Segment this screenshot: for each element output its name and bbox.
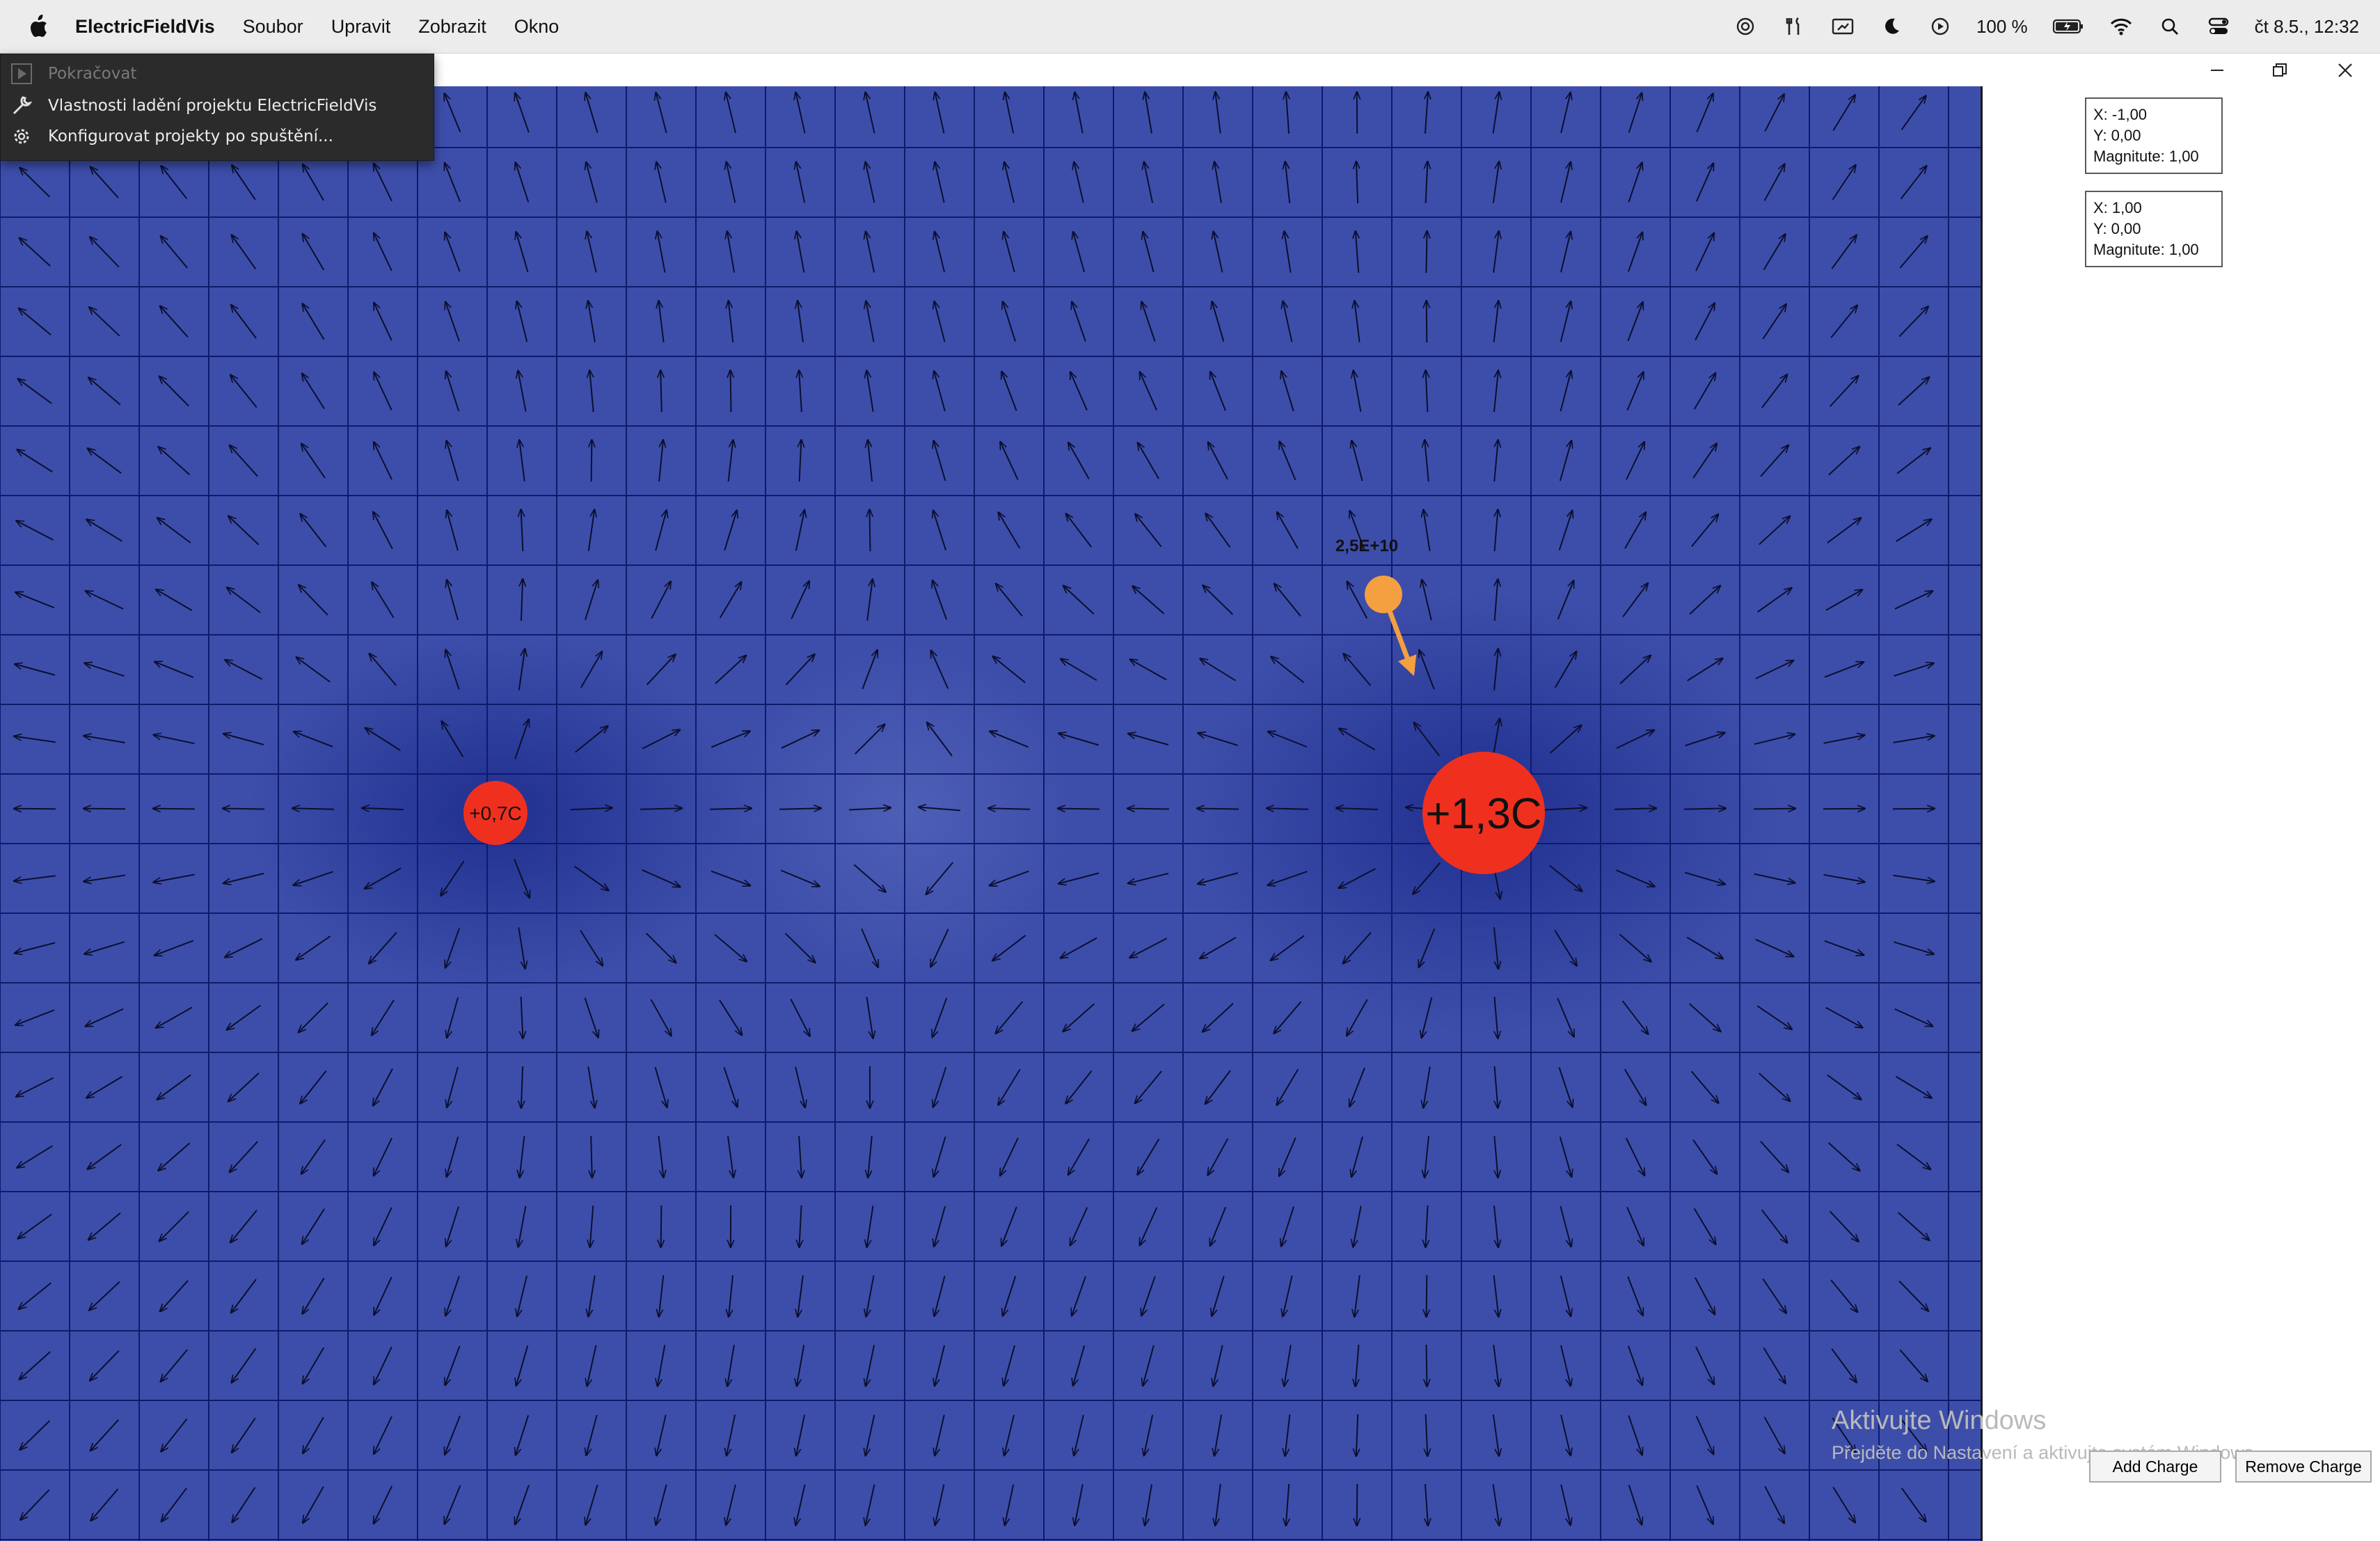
info-magnitude: Magnitute: 1,00 (2093, 241, 2199, 258)
search-icon[interactable] (2157, 14, 2182, 39)
restore-icon[interactable] (2266, 58, 2294, 82)
menu-item-continue[interactable]: Pokračovat (1, 58, 434, 89)
app-name[interactable]: ElectricFieldVis (75, 16, 215, 38)
menu-okno[interactable]: Okno (514, 16, 560, 38)
probe-magnitude-label: 2,5E+10 (1335, 537, 1398, 555)
chatgpt-icon[interactable] (1733, 14, 1758, 39)
charge-info-box-1: X: -1,00 Y: 0,00 Magnitute: 1,00 (2085, 97, 2223, 174)
menu-upravit[interactable]: Upravit (331, 16, 391, 38)
screen-share-icon[interactable] (1830, 14, 1855, 39)
field-vector-arrow (1683, 808, 1726, 809)
menu-soubor[interactable]: Soubor (243, 16, 303, 38)
info-x: X: -1,00 (2093, 106, 2148, 123)
close-icon[interactable] (2331, 58, 2359, 82)
moon-icon[interactable] (1879, 14, 1904, 39)
menu-zobrazit[interactable]: Zobrazit (418, 16, 486, 38)
battery-icon[interactable] (2052, 14, 2085, 39)
field-visualization[interactable]: +0,7C +1,3C 2,5E+10 (0, 86, 1981, 1541)
charge-large[interactable]: +1,3C (1422, 752, 1545, 874)
debug-dropdown-menu: Pokračovat Vlastnosti ladění projektu El… (0, 54, 434, 161)
play-circle-icon[interactable] (1928, 14, 1953, 39)
probe-point[interactable] (1365, 576, 1402, 613)
charge-info-box-2: X: 1,00 Y: 0,00 Magnitute: 1,00 (2085, 191, 2223, 267)
play-icon (9, 61, 34, 86)
remove-charge-button[interactable]: Remove Charge (2235, 1451, 2372, 1483)
charge-label: +0,7C (469, 803, 522, 824)
charge-label: +1,3C (1425, 790, 1541, 838)
charge-small[interactable]: +0,7C (463, 781, 527, 845)
field-canvas[interactable]: +0,7C +1,3C 2,5E+10 (0, 86, 1983, 1541)
apple-icon[interactable] (26, 13, 50, 40)
field-vector-arrow (709, 808, 752, 809)
info-y: Y: 0,00 (2093, 220, 2141, 237)
menu-item-label: Pokračovat (48, 65, 137, 83)
add-charge-button[interactable]: Add Charge (2089, 1451, 2221, 1483)
field-vector-arrow (1357, 1483, 1358, 1526)
menu-item-label: Konfigurovat projekty po spuštění... (48, 127, 333, 145)
field-vector-arrow (1267, 808, 1309, 809)
minimize-icon[interactable] (2203, 58, 2231, 82)
field-vector-arrow (292, 808, 335, 809)
field-vector-arrow (1426, 231, 1427, 274)
field-vector-arrow (661, 1205, 662, 1247)
info-magnitude: Magnitute: 1,00 (2093, 148, 2199, 165)
activation-watermark-title: Aktivujte Windows (1832, 1406, 2047, 1435)
menu-item-debug-properties[interactable]: Vlastnosti ladění projektu ElectricField… (1, 90, 434, 121)
info-x: X: 1,00 (2093, 199, 2142, 216)
control-center-icon[interactable] (2206, 14, 2231, 39)
field-vector-arrow (988, 808, 1031, 809)
gear-icon (9, 124, 34, 149)
wifi-icon[interactable] (2109, 14, 2134, 39)
menu-bar: ElectricFieldVis Soubor Upravit Zobrazit… (0, 0, 2380, 54)
tools-icon[interactable] (1782, 14, 1807, 39)
menu-item-configure-startup[interactable]: Konfigurovat projekty po spuštění... (1, 121, 434, 152)
battery-percent: 100 % (1976, 15, 2028, 37)
info-y: Y: 0,00 (2093, 127, 2141, 144)
menu-item-label: Vlastnosti ladění projektu ElectricField… (48, 97, 377, 115)
field-vector-arrow (870, 509, 871, 552)
wrench-icon (9, 93, 34, 118)
clock[interactable]: čt 8.5., 12:32 (2255, 16, 2359, 38)
